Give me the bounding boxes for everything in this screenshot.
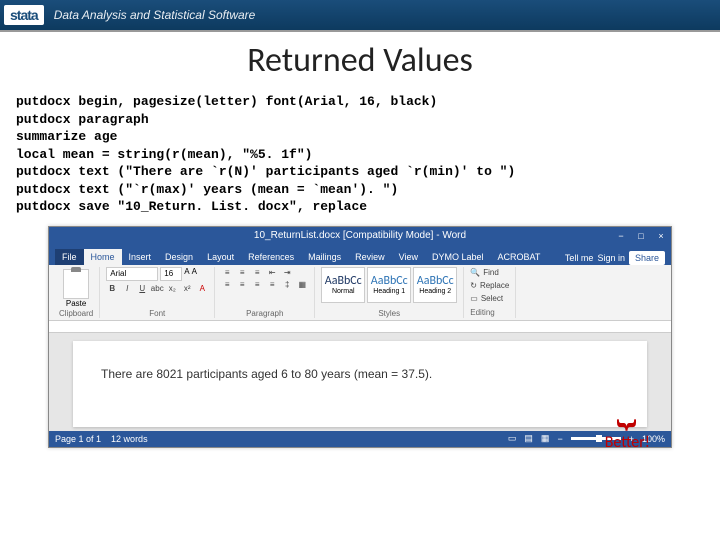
word-title: 10_ReturnList.docx [Compatibility Mode] … xyxy=(254,230,466,241)
stata-header: stata Data Analysis and Statistical Soft… xyxy=(0,0,720,32)
maximize-icon[interactable]: □ xyxy=(631,227,651,245)
grow-font-icon[interactable]: A xyxy=(184,267,189,281)
tab-home[interactable]: Home xyxy=(84,249,122,265)
paragraph-label: Paragraph xyxy=(221,309,308,318)
font-group: Arial 16 A A B I U abc x₂ x² A Font xyxy=(100,267,215,318)
share-button[interactable]: Share xyxy=(629,251,665,265)
ruler xyxy=(49,321,671,333)
tab-file[interactable]: File xyxy=(55,249,84,265)
statusbar: Page 1 of 1 12 words ▭ ▤ ▦ − + 100% xyxy=(49,431,671,447)
select-button[interactable]: ▭Select xyxy=(470,294,509,303)
zoom-out-icon[interactable]: − xyxy=(557,434,562,444)
shrink-font-icon[interactable]: A xyxy=(192,267,197,281)
paste-icon[interactable] xyxy=(63,269,89,299)
subscript-icon[interactable]: x₂ xyxy=(166,283,178,295)
editing-label: Editing xyxy=(470,308,509,317)
zoom-slider[interactable] xyxy=(571,437,621,440)
tab-references[interactable]: References xyxy=(241,249,301,265)
window-controls: − □ × xyxy=(611,227,671,245)
print-layout-icon[interactable]: ▤ xyxy=(524,433,533,444)
line-spacing-icon[interactable]: ‡ xyxy=(281,279,293,291)
ribbon: Paste Clipboard Arial 16 A A B I U abc x… xyxy=(49,265,671,321)
stata-logo: stata xyxy=(4,5,44,25)
multilevel-icon[interactable]: ≡ xyxy=(251,267,263,279)
zoom-level[interactable]: 100% xyxy=(642,434,665,444)
bold-icon[interactable]: B xyxy=(106,283,118,295)
tab-mailings[interactable]: Mailings xyxy=(301,249,348,265)
align-right-icon[interactable]: ≡ xyxy=(251,279,263,291)
italic-icon[interactable]: I xyxy=(121,283,133,295)
minimize-icon[interactable]: − xyxy=(611,227,631,245)
select-icon: ▭ xyxy=(470,294,478,303)
code-block: putdocx begin, pagesize(letter) font(Ari… xyxy=(0,93,720,226)
word-count[interactable]: 12 words xyxy=(111,434,148,444)
underline-icon[interactable]: U xyxy=(136,283,148,295)
editing-group: 🔍Find ↻Replace ▭Select Editing xyxy=(464,267,516,318)
styles-label: Styles xyxy=(321,309,457,318)
zoom-in-icon[interactable]: + xyxy=(629,434,634,444)
tab-acrobat[interactable]: ACROBAT xyxy=(491,249,548,265)
stata-tagline: Data Analysis and Statistical Software xyxy=(54,8,256,22)
font-name-select[interactable]: Arial xyxy=(106,267,158,281)
styles-group: AaBbCcNormal AaBbCcHeading 1 AaBbCcHeadi… xyxy=(315,267,464,318)
font-color-icon[interactable]: A xyxy=(196,283,208,295)
indent-inc-icon[interactable]: ⇥ xyxy=(281,267,293,279)
style-normal[interactable]: AaBbCcNormal xyxy=(321,267,365,303)
find-button[interactable]: 🔍Find xyxy=(470,268,509,277)
align-center-icon[interactable]: ≡ xyxy=(236,279,248,291)
replace-button[interactable]: ↻Replace xyxy=(470,281,509,290)
word-titlebar: 10_ReturnList.docx [Compatibility Mode] … xyxy=(49,227,671,245)
word-embed-wrap: 10_ReturnList.docx [Compatibility Mode] … xyxy=(0,226,720,448)
tab-insert[interactable]: Insert xyxy=(122,249,159,265)
tab-design[interactable]: Design xyxy=(158,249,200,265)
numbering-icon[interactable]: ≡ xyxy=(236,267,248,279)
superscript-icon[interactable]: x² xyxy=(181,283,193,295)
close-icon[interactable]: × xyxy=(651,227,671,245)
shading-icon[interactable]: ▦ xyxy=(296,279,308,291)
clipboard-label: Clipboard xyxy=(59,309,93,318)
style-heading1[interactable]: AaBbCcHeading 1 xyxy=(367,267,411,303)
word-window: 10_ReturnList.docx [Compatibility Mode] … xyxy=(48,226,672,448)
paragraph-group: ≡ ≡ ≡ ⇤ ⇥ ≡ ≡ ≡ ≡ ‡ ▦ Paragraph xyxy=(215,267,315,318)
document-area: There are 8021 participants aged 6 to 80… xyxy=(49,333,671,431)
read-mode-icon[interactable]: ▭ xyxy=(508,433,517,444)
style-heading2[interactable]: AaBbCcHeading 2 xyxy=(413,267,457,303)
bullets-icon[interactable]: ≡ xyxy=(221,267,233,279)
ribbon-tabs: File Home Insert Design Layout Reference… xyxy=(49,245,671,265)
page-count[interactable]: Page 1 of 1 xyxy=(55,434,101,444)
strike-icon[interactable]: abc xyxy=(151,283,163,295)
clipboard-group: Paste Clipboard xyxy=(53,267,100,318)
web-layout-icon[interactable]: ▦ xyxy=(541,433,550,444)
tab-review[interactable]: Review xyxy=(348,249,392,265)
replace-icon: ↻ xyxy=(470,281,477,290)
indent-dec-icon[interactable]: ⇤ xyxy=(266,267,278,279)
tab-layout[interactable]: Layout xyxy=(200,249,241,265)
find-icon: 🔍 xyxy=(470,268,480,277)
slide-title: Returned Values xyxy=(0,40,720,81)
tab-dymo[interactable]: DYMO Label xyxy=(425,249,491,265)
align-left-icon[interactable]: ≡ xyxy=(221,279,233,291)
tab-view[interactable]: View xyxy=(392,249,425,265)
sign-in[interactable]: Sign in xyxy=(597,253,625,263)
paste-label: Paste xyxy=(59,299,93,308)
tell-me[interactable]: Tell me xyxy=(565,253,594,263)
document-page[interactable]: There are 8021 participants aged 6 to 80… xyxy=(73,341,647,427)
justify-icon[interactable]: ≡ xyxy=(266,279,278,291)
font-label: Font xyxy=(106,309,208,318)
font-size-select[interactable]: 16 xyxy=(160,267,182,281)
document-text: There are 8021 participants aged 6 to 80… xyxy=(101,367,432,381)
